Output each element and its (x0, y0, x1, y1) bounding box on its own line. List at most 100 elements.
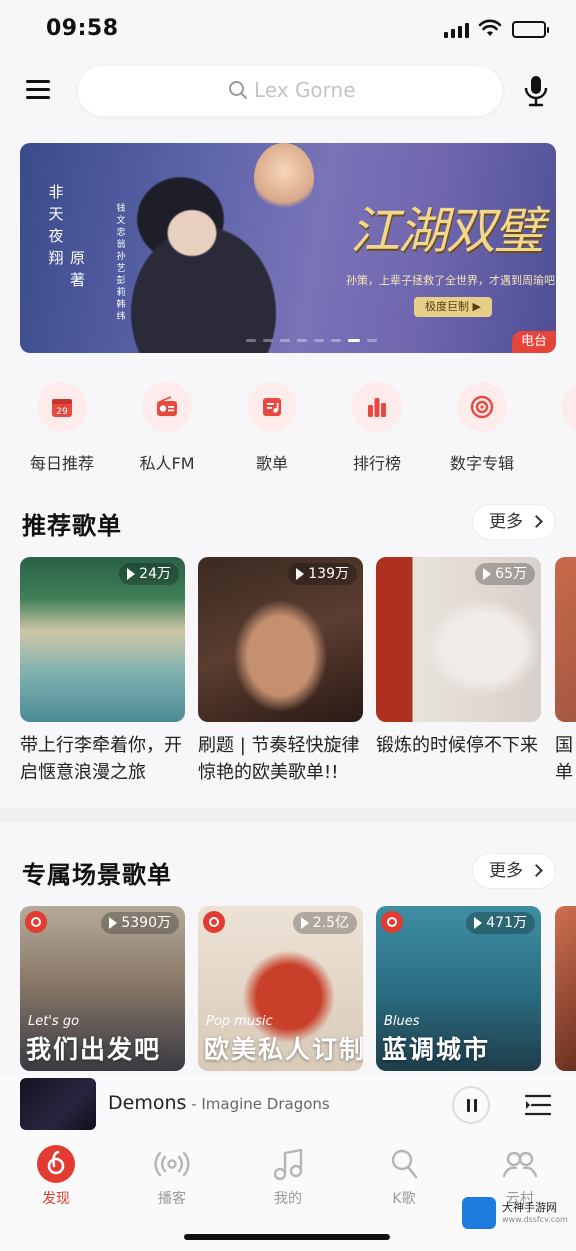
scene-title: 欧美私人订制 (204, 1035, 363, 1064)
tab-karaoke[interactable]: K歌 (364, 1144, 444, 1208)
tab-label: 播客 (158, 1191, 186, 1207)
scene-title: 蓝调城市 (382, 1035, 491, 1064)
tab-mine[interactable]: 我的 (248, 1144, 328, 1208)
tab-label: K歌 (392, 1191, 416, 1207)
recommended-more-button[interactable]: 更多 (472, 504, 556, 540)
playlist-title: 锻炼的时候停不下来 (376, 735, 538, 756)
watermark-logo-icon (462, 1197, 496, 1229)
banner-cast: 钱文忠翁 孙艺 彭莉 韩纬 (116, 204, 126, 322)
now-playing-cover (20, 1078, 96, 1130)
now-playing-separator: - (186, 1095, 202, 1113)
banner-author-note: 原著 (70, 249, 86, 289)
play-count-badge: 2.5亿 (292, 912, 357, 934)
netease-logo-icon (36, 1144, 76, 1184)
quick-entry-label: 唱 (537, 450, 576, 474)
banner-cta-button[interactable]: 极度巨制 ▶ (414, 297, 492, 317)
scene-playlist-card[interactable]: 5390万 Let's go 我们出发吧 (20, 906, 185, 1071)
play-count-badge: 139万 (288, 563, 357, 585)
scene-title: 我们出发吧 (26, 1035, 162, 1064)
playlist-card[interactable]: 国单 (555, 557, 576, 788)
quick-entry-label: 歌单 (255, 454, 288, 473)
karaoke-icon (384, 1144, 424, 1184)
section-title-scenes: 专属场景歌单 (22, 861, 172, 889)
quick-entry-fm[interactable]: 私人FM (117, 382, 217, 474)
chevron-right-icon (530, 864, 543, 877)
playlist-queue-icon[interactable] (524, 1092, 552, 1118)
menu-icon[interactable] (24, 76, 54, 104)
tab-discover[interactable]: 发现 (16, 1144, 96, 1208)
now-playing-song: Demons (108, 1092, 187, 1114)
more-button-label: 更多 (489, 512, 523, 532)
scene-subtitle: Blues (384, 1014, 420, 1029)
calendar-icon: 29 (37, 382, 87, 432)
playlist-card[interactable]: 65万 锻炼的时候停不下来 (376, 557, 541, 788)
chart-bars-icon (352, 382, 402, 432)
play-count-badge: 5390万 (101, 912, 179, 934)
scene-playlist-card[interactable] (555, 906, 576, 1071)
play-count-badge: 24万 (119, 563, 179, 585)
app-screen: 09:58 Lex Gorne 非天夜翔 原著 钱文忠翁 孙艺 彭莉 韩纬 江湖… (0, 0, 576, 1251)
tab-label: 发现 (42, 1191, 70, 1207)
scene-playlist-card[interactable]: 2.5亿 Pop music 欧美私人订制 (198, 906, 363, 1071)
more-button-label: 更多 (489, 861, 523, 881)
tab-podcast[interactable]: 播客 (132, 1144, 212, 1208)
site-watermark: 大神手游网 www.dssfcv.com (462, 1197, 568, 1231)
promo-banner[interactable]: 非天夜翔 原著 钱文忠翁 孙艺 彭莉 韩纬 江湖双璧 孙策，上辈子拯救了全世界，… (20, 143, 556, 353)
svg-text:29: 29 (56, 407, 68, 417)
search-placeholder: Lex Gorne (254, 78, 356, 102)
quick-entry-digital-album[interactable]: 数字专辑 (432, 382, 532, 474)
quick-entry-label: 数字专辑 (449, 454, 514, 473)
voice-search-icon[interactable] (522, 74, 550, 108)
playlist-cover: 65万 (376, 557, 541, 722)
search-icon (229, 81, 247, 99)
banner-title: 江湖双璧 (350, 202, 544, 260)
play-count-badge: 65万 (475, 563, 535, 585)
playlist-title: 国单 (555, 735, 573, 783)
wifi-icon (478, 19, 502, 36)
radio-icon (142, 382, 192, 432)
playlist-title: 刷题 | 节奏轻快旋律惊艳的欧美歌单!! (198, 735, 360, 783)
quick-entry-sing[interactable]: 唱 (537, 382, 576, 474)
now-playing-text: Demons - Imagine Dragons (108, 1092, 330, 1114)
quick-entry-playlist[interactable]: 歌单 (222, 382, 322, 474)
tab-label: 我的 (274, 1191, 302, 1207)
quick-entry-label: 私人FM (139, 454, 195, 473)
playlist-cover (555, 557, 576, 722)
playlist-card[interactable]: 24万 带上行李牵着你，开启惬意浪漫之旅 (20, 557, 185, 788)
mic-icon (562, 382, 576, 432)
cellular-signal-icon (444, 22, 470, 38)
play-count-badge: 471万 (466, 912, 535, 934)
netease-logo-icon (381, 911, 403, 933)
home-indicator[interactable] (184, 1234, 390, 1240)
section-title-recommended: 推荐歌单 (22, 512, 122, 540)
scene-subtitle: Pop music (206, 1014, 273, 1029)
quick-entry-charts[interactable]: 排行榜 (327, 382, 427, 474)
banner-subtitle: 孙策，上辈子拯救了全世界，才遇到周瑜吧 (346, 274, 555, 287)
now-playing-artist: Imagine Dragons (201, 1095, 330, 1113)
watermark-text: 大神手游网 (502, 1201, 557, 1214)
scene-subtitle: Let's go (28, 1014, 80, 1029)
quick-entry-row: 29 每日推荐 私人FM 歌单 排行榜 数字专辑 (0, 382, 576, 474)
status-time: 09:58 (46, 16, 119, 41)
playlist-cover: 139万 (198, 557, 363, 722)
quick-entry-label: 排行榜 (352, 454, 401, 473)
search-bar[interactable]: Lex Gorne (78, 66, 502, 116)
banner-type-badge: 电台 (512, 331, 556, 353)
album-disc-icon (457, 382, 507, 432)
status-bar: 09:58 (0, 0, 576, 60)
quick-entry-label: 每日推荐 (29, 454, 94, 473)
scene-playlist-card[interactable]: 471万 Blues 蓝调城市 (376, 906, 541, 1071)
banner-character-art (100, 163, 330, 353)
pause-button[interactable] (452, 1086, 490, 1124)
banner-author: 非天夜翔 (48, 183, 64, 267)
chevron-right-icon (530, 515, 543, 528)
playlist-icon (247, 382, 297, 432)
watermark-url: www.dssfcv.com (502, 1215, 568, 1224)
playlist-title: 带上行李牵着你，开启惬意浪漫之旅 (20, 735, 182, 783)
mini-player[interactable]: Demons - Imagine Dragons (0, 1074, 576, 1136)
netease-logo-icon (25, 911, 47, 933)
banner-page-indicator (246, 339, 396, 343)
playlist-card[interactable]: 139万 刷题 | 节奏轻快旋律惊艳的欧美歌单!! (198, 557, 363, 788)
quick-entry-daily[interactable]: 29 每日推荐 (12, 382, 112, 474)
scenes-more-button[interactable]: 更多 (472, 853, 556, 889)
